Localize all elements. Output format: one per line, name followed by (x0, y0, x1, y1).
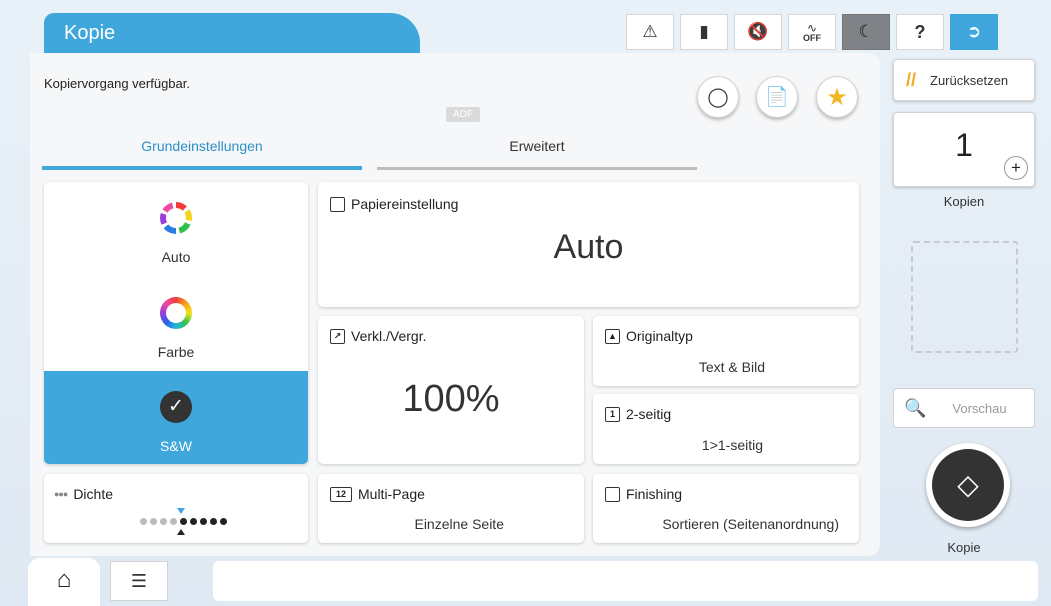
duplex-value: 1>1-seitig (701, 437, 763, 453)
scale-value: 100% (402, 378, 500, 420)
density-dot (210, 518, 217, 525)
logout-icon[interactable]: ➲ (950, 14, 998, 50)
finishing-value: Sortieren (Seitenanordnung) (662, 516, 839, 532)
magnifier-icon: 🔍 (904, 397, 927, 418)
two-sided-icon: 1 (605, 406, 620, 422)
tab-basic-settings[interactable]: Grundeinstellungen (42, 138, 362, 170)
job-list-icon: ☰ (130, 571, 148, 591)
presets-button[interactable]: ◯ (697, 76, 739, 118)
tab-advanced[interactable]: Erweitert (377, 138, 697, 170)
ink-warning-icon[interactable]: ⚠ (626, 14, 674, 50)
density-marker-bottom (177, 529, 185, 535)
finishing-header: Finishing (605, 486, 682, 502)
density-label: Dichte (73, 486, 113, 502)
auto-color-ring-icon (160, 202, 192, 234)
sound-muted-icon[interactable]: 🔇 (734, 14, 782, 50)
resize-icon: ↗ (330, 328, 345, 344)
status-message: Kopiervorgang verfügbar. (44, 76, 190, 91)
power-off-schedule-icon[interactable]: ∿ OFF (788, 14, 836, 50)
favorites-button[interactable]: ★ (816, 76, 858, 118)
paper-icon (330, 196, 345, 212)
paper-setting-value: Auto (553, 228, 624, 266)
eraser-icon: ◯ (707, 86, 729, 108)
scale-header: ↗ Verkl./Vergr. (330, 328, 426, 344)
home-icon: ⌂ (56, 566, 72, 593)
multi-page-label: Multi-Page (358, 486, 425, 502)
multi-page-header: 12 Multi-Page (330, 486, 425, 502)
reset-button[interactable]: // Zurücksetzen (893, 59, 1035, 101)
sleep-moon-icon[interactable]: ☾ (842, 14, 890, 50)
density-scale (140, 518, 227, 525)
home-button[interactable]: ⌂ (28, 558, 100, 606)
color-mode-selector: Auto Farbe ✓ S&W (44, 182, 308, 464)
finishing-label: Finishing (626, 486, 683, 502)
copies-input[interactable]: 1 + (893, 112, 1035, 187)
multi-page-tile[interactable]: 12 Multi-Page Einzelne Seite (318, 474, 584, 543)
original-type-header: ▲ Originaltyp (605, 328, 693, 344)
multi-page-icon: 12 (330, 486, 352, 502)
density-dot (180, 518, 187, 525)
help-icon[interactable]: ? (896, 14, 944, 50)
original-type-label: Originaltyp (626, 328, 693, 344)
paper-setting-tile[interactable]: Papiereinstellung Auto (318, 182, 859, 307)
start-label: Kopie (947, 540, 981, 555)
original-type-tile[interactable]: ▲ Originaltyp Text & Bild (593, 316, 859, 386)
color-option-label: S&W (160, 438, 192, 454)
copies-label: Kopien (943, 194, 985, 209)
maintenance-box-icon[interactable]: ▮ (680, 14, 728, 50)
density-dot (160, 518, 167, 525)
document-check-icon: 📄 (765, 87, 789, 108)
multi-page-value: Einzelne Seite (414, 516, 504, 532)
duplex-header: 1 2-seitig (605, 406, 671, 422)
status-icons: ⚠ ▮ 🔇 ∿ OFF ☾ ? ➲ (626, 14, 998, 50)
scale-tile[interactable]: ↗ Verkl./Vergr. 100% (318, 316, 584, 464)
top-bar: Kopie ⚠ ▮ 🔇 ∿ OFF ☾ ? ➲ (0, 0, 1051, 54)
help-glyph: ? (914, 21, 926, 42)
star-icon: ★ (826, 83, 848, 111)
finishing-tile[interactable]: Finishing Sortieren (Seitenanordnung) (593, 474, 859, 543)
job-settings-button[interactable]: 📄 (756, 76, 798, 118)
original-type-value: Text & Bild (698, 359, 765, 375)
reset-slash-icon: // (906, 69, 917, 90)
density-dot (150, 518, 157, 525)
job-status-button[interactable]: ☰ (110, 561, 168, 601)
paper-setting-header: Papiereinstellung (330, 196, 458, 212)
paper-setting-label: Papiereinstellung (351, 196, 459, 212)
message-bar (213, 561, 1038, 601)
preview-label: Vorschau (952, 400, 1007, 416)
preview-button[interactable]: 🔍 Vorschau (893, 388, 1035, 428)
color-option-color[interactable]: Farbe (44, 277, 308, 370)
duplex-label: 2-seitig (626, 406, 672, 422)
density-tile[interactable]: ●●● Dichte (44, 474, 308, 543)
density-dots-icon: ●●● (54, 489, 68, 499)
density-dot (170, 518, 177, 525)
density-dot (220, 518, 227, 525)
start-diamond-icon: ◇ (932, 449, 1004, 521)
color-option-label: Auto (161, 249, 191, 265)
density-marker-top (177, 508, 185, 514)
image-icon: ▲ (605, 328, 620, 344)
color-option-label: Farbe (157, 344, 195, 360)
finishing-icon (605, 486, 620, 502)
density-dot (140, 518, 147, 525)
start-copy-button[interactable]: ◇ (926, 443, 1010, 527)
page-title: Kopie (44, 13, 420, 53)
reset-label: Zurücksetzen (930, 72, 1009, 88)
density-header: ●●● Dichte (54, 486, 113, 502)
duplex-tile[interactable]: 1 2-seitig 1>1-seitig (593, 394, 859, 464)
increment-copies-button[interactable]: + (1004, 156, 1028, 180)
preview-thumbnail-area (911, 241, 1018, 353)
color-option-auto[interactable]: Auto (44, 182, 308, 275)
scale-label: Verkl./Vergr. (351, 328, 427, 344)
color-ring-icon (160, 297, 192, 329)
adf-badge: ADF (446, 107, 480, 122)
color-option-bw[interactable]: ✓ S&W (44, 371, 308, 464)
density-dot (200, 518, 207, 525)
density-dot (190, 518, 197, 525)
off-label: OFF (803, 33, 821, 43)
checkmark-icon: ✓ (160, 391, 192, 423)
